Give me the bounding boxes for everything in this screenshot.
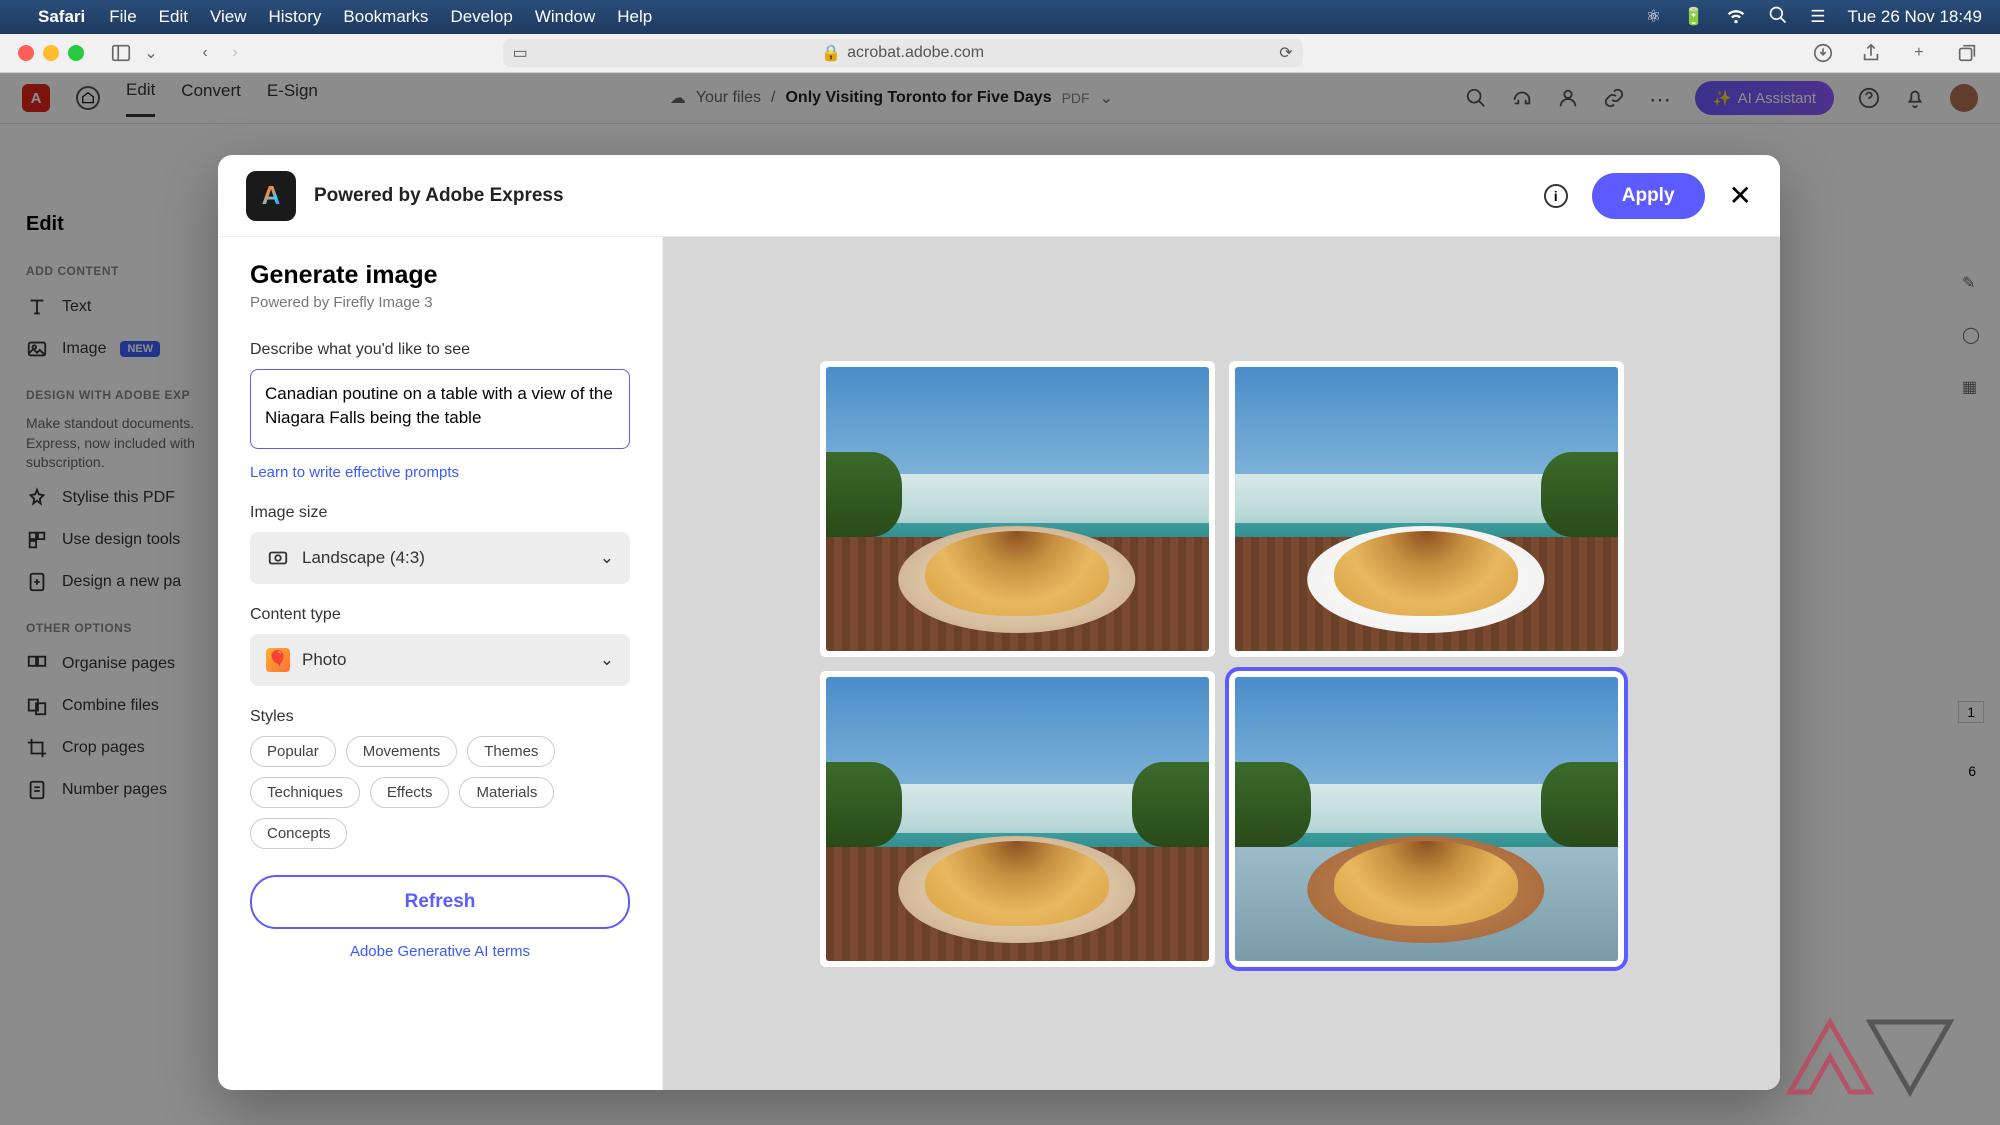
url-bar[interactable]: ▭ 🔒 acrobat.adobe.com ⟳: [503, 39, 1303, 67]
back-button[interactable]: ‹: [190, 38, 220, 68]
chip-themes[interactable]: Themes: [467, 736, 555, 767]
modal-title: Generate image: [250, 261, 630, 290]
forward-button[interactable]: ›: [220, 38, 250, 68]
style-chips: Popular Movements Themes Techniques Effe…: [250, 736, 630, 849]
menu-edit[interactable]: Edit: [159, 7, 188, 27]
image-size-select[interactable]: Landscape (4:3) ⌄: [250, 532, 630, 584]
reload-icon[interactable]: ⟳: [1279, 43, 1292, 63]
result-thumb-3[interactable]: [820, 671, 1215, 967]
spotlight-icon[interactable]: [1768, 5, 1788, 30]
modal-header: A Powered by Adobe Express i Apply ✕: [218, 155, 1780, 237]
window-close[interactable]: [18, 45, 34, 61]
modal-powered-by: Powered by Adobe Express: [314, 185, 564, 207]
downloads-icon[interactable]: [1808, 38, 1838, 68]
window-maximize[interactable]: [68, 45, 84, 61]
macos-menubar: Safari File Edit View History Bookmarks …: [0, 0, 2000, 34]
window-minimize[interactable]: [43, 45, 59, 61]
chevron-down-icon[interactable]: ⌄: [136, 38, 166, 68]
chevron-down-icon: ⌄: [600, 548, 614, 568]
menu-window[interactable]: Window: [535, 7, 595, 27]
menu-file[interactable]: File: [109, 7, 136, 27]
adobe-express-logo-icon: A: [246, 171, 296, 221]
result-thumb-4[interactable]: [1229, 671, 1624, 967]
modal-sidebar: Generate image Powered by Firefly Image …: [218, 237, 663, 1090]
chip-movements[interactable]: Movements: [346, 736, 458, 767]
app-name[interactable]: Safari: [38, 7, 85, 27]
menu-history[interactable]: History: [269, 7, 322, 27]
clock[interactable]: Tue 26 Nov 18:49: [1847, 7, 1982, 27]
content-type-value: Photo: [302, 650, 346, 670]
chevron-down-icon: ⌄: [600, 650, 614, 670]
prompt-input[interactable]: [250, 369, 630, 449]
apply-button[interactable]: Apply: [1592, 173, 1705, 219]
results-panel: [663, 237, 1780, 1090]
chip-popular[interactable]: Popular: [250, 736, 336, 767]
menu-bookmarks[interactable]: Bookmarks: [343, 7, 428, 27]
control-center-icon[interactable]: ☰: [1810, 7, 1825, 27]
lock-icon: 🔒: [821, 43, 841, 63]
share-icon[interactable]: [1856, 38, 1886, 68]
close-icon[interactable]: ✕: [1729, 179, 1752, 212]
chip-techniques[interactable]: Techniques: [250, 777, 360, 808]
chip-effects[interactable]: Effects: [370, 777, 450, 808]
safari-toolbar: ⌄ ‹ › ▭ 🔒 acrobat.adobe.com ⟳ +: [0, 34, 2000, 73]
tabs-icon[interactable]: [1952, 38, 1982, 68]
menu-help[interactable]: Help: [617, 7, 652, 27]
new-tab-icon[interactable]: +: [1904, 38, 1934, 68]
url-text: acrobat.adobe.com: [847, 44, 984, 62]
privacy-shield-icon[interactable]: ▭: [513, 43, 528, 63]
refresh-button[interactable]: Refresh: [250, 875, 630, 929]
label-describe: Describe what you'd like to see: [250, 341, 630, 359]
chip-materials[interactable]: Materials: [459, 777, 554, 808]
link-effective-prompts[interactable]: Learn to write effective prompts: [250, 464, 459, 481]
label-image-size: Image size: [250, 504, 630, 522]
chip-concepts[interactable]: Concepts: [250, 818, 347, 849]
image-size-value: Landscape (4:3): [302, 548, 425, 568]
menu-view[interactable]: View: [210, 7, 247, 27]
info-icon[interactable]: i: [1544, 184, 1568, 208]
watermark-logo: [1780, 1012, 1960, 1107]
result-thumb-1[interactable]: [820, 361, 1215, 657]
modal-subtitle: Powered by Firefly Image 3: [250, 294, 630, 311]
label-content-type: Content type: [250, 606, 630, 624]
sidebar-toggle-icon[interactable]: [106, 38, 136, 68]
result-thumb-2[interactable]: [1229, 361, 1624, 657]
link-ai-terms[interactable]: Adobe Generative AI terms: [250, 943, 630, 960]
aspect-icon: [266, 546, 290, 570]
content-type-select[interactable]: 🎈 Photo ⌄: [250, 634, 630, 686]
generate-image-modal: A Powered by Adobe Express i Apply ✕ Gen…: [218, 155, 1780, 1090]
stage-manager-icon[interactable]: ⚛: [1646, 7, 1661, 27]
battery-icon[interactable]: 🔋: [1683, 7, 1704, 27]
wifi-icon[interactable]: [1726, 5, 1746, 30]
menu-develop[interactable]: Develop: [450, 7, 512, 27]
photo-type-icon: 🎈: [266, 648, 290, 672]
label-styles: Styles: [250, 708, 630, 726]
